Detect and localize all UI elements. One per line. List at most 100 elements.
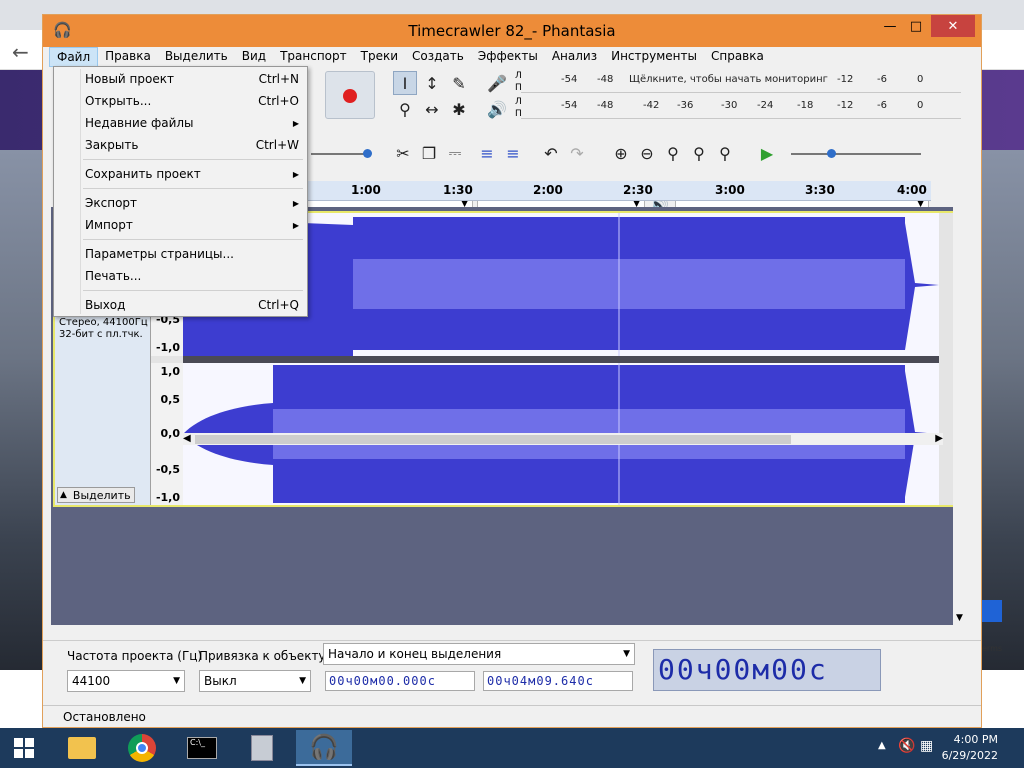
horizontal-scroll-thumb[interactable]	[195, 435, 791, 444]
redo-icon[interactable]: ↷	[565, 141, 589, 165]
chrome-icon[interactable]	[114, 730, 170, 766]
multi-tool-icon[interactable]: ✱	[447, 97, 471, 121]
project-rate-value: 44100	[72, 674, 111, 688]
audacity-taskbar-icon[interactable]: 🎧	[296, 730, 352, 766]
menu-file[interactable]: Файл	[49, 47, 99, 67]
selection-mode-combo[interactable]: Начало и конец выделения ▼	[323, 643, 635, 665]
menu-edit[interactable]: Правка	[98, 47, 158, 67]
clock-date: 6/29/2022	[941, 749, 998, 762]
menu-close-shortcut: Ctrl+W	[255, 138, 299, 152]
recycle-bin-icon[interactable]	[234, 730, 290, 766]
record-button[interactable]	[325, 71, 375, 119]
menu-generate[interactable]: Создать	[405, 47, 471, 67]
menu-analyze[interactable]: Анализ	[545, 47, 604, 67]
minimize-button[interactable]: —	[877, 15, 903, 37]
cmd-icon[interactable]: C:\_	[174, 730, 230, 766]
playback-volume-slider[interactable]	[311, 153, 367, 155]
scroll-left-icon[interactable]: ◀	[183, 433, 191, 444]
menu-tools[interactable]: Инструменты	[604, 47, 704, 67]
paste-icon[interactable]: ⎓	[443, 141, 467, 165]
playback-volume-knob[interactable]	[363, 149, 372, 158]
menu-close[interactable]: Закрыть Ctrl+W	[85, 135, 299, 155]
playback-meter[interactable]: -54 -48 -42 -36 -30 -24 -18 -12 -6 0	[521, 97, 961, 119]
timeline-tick: 3:30	[805, 183, 835, 197]
menu-save-project[interactable]: Сохранить проект ▶	[85, 164, 299, 184]
copy-icon[interactable]: ❐	[417, 141, 441, 165]
maximize-button[interactable]: □	[903, 15, 929, 37]
browser-side-icon	[982, 600, 1002, 622]
menu-exit[interactable]: Выход Ctrl+Q	[85, 295, 299, 315]
trim-icon[interactable]: ≡	[475, 141, 499, 165]
selection-tool-icon[interactable]: I	[393, 71, 417, 95]
track-select-label: Выделить	[72, 488, 131, 502]
scroll-down-icon[interactable]: ▼	[956, 613, 963, 623]
file-menu-dropdown: Новый проект Ctrl+N Открыть... Ctrl+O Неда…	[53, 66, 308, 317]
menu-recent-files[interactable]: Недавние файлы ▶	[85, 113, 299, 133]
menu-new-project[interactable]: Новый проект Ctrl+N	[85, 69, 299, 89]
scroll-right-icon[interactable]: ▶	[935, 433, 943, 444]
ruler-value: -1,0	[155, 491, 180, 504]
menu-separator	[83, 159, 303, 160]
ruler-value: -1,0	[155, 341, 180, 354]
menu-open[interactable]: Открыть... Ctrl+O	[85, 91, 299, 111]
window-title: Timecrawler 82_- Phantasia	[408, 22, 616, 40]
menu-print[interactable]: Печать...	[85, 266, 299, 286]
close-button[interactable]: ✕	[931, 15, 975, 37]
timeshift-tool-icon[interactable]: ↔	[420, 97, 444, 121]
timeline-tick: 2:30	[623, 183, 653, 197]
file-explorer-icon[interactable]	[54, 730, 110, 766]
submenu-arrow-icon: ▶	[292, 198, 299, 208]
play-tick: -48	[597, 100, 614, 111]
windows-logo-icon	[14, 738, 34, 758]
menu-tracks[interactable]: Треки	[354, 47, 405, 67]
taskbar-clock[interactable]: 4:00 PM 6/29/2022	[942, 732, 998, 764]
menu-effects[interactable]: Эффекты	[471, 47, 545, 67]
zoom-out-icon[interactable]: ⊖	[635, 141, 659, 165]
play-tick: -24	[757, 100, 774, 111]
project-rate-combo[interactable]: 44100 ▼	[67, 670, 185, 692]
microphone-icon[interactable]: 🎤	[485, 71, 509, 95]
menu-help[interactable]: Справка	[704, 47, 771, 67]
undo-icon[interactable]: ↶	[539, 141, 563, 165]
menu-page-setup[interactable]: Параметры страницы...	[85, 244, 299, 264]
menu-import[interactable]: Импорт ▶	[85, 215, 299, 235]
record-meter[interactable]: -54 -48 Щёлкните, чтобы начать мониторин…	[521, 71, 961, 93]
waveform-left-fade	[905, 223, 939, 350]
zoom-in-icon[interactable]: ⊕	[609, 141, 633, 165]
menu-select[interactable]: Выделить	[158, 47, 235, 67]
cut-icon[interactable]: ✂	[391, 141, 415, 165]
play-at-speed-icon[interactable]: ▶	[755, 141, 779, 165]
menu-bar: Файл Правка Выделить Вид Транспорт Треки…	[43, 47, 981, 67]
envelope-tool-icon[interactable]: ↕	[420, 71, 444, 95]
track-select-button[interactable]: ▲ Выделить	[57, 487, 135, 503]
menu-export[interactable]: Экспорт ▶	[85, 193, 299, 213]
fit-selection-icon[interactable]: ⚲	[661, 141, 685, 165]
collapse-arrow-icon[interactable]: ▲	[60, 490, 67, 500]
record-icon	[343, 89, 357, 103]
tray-arrow-icon[interactable]: ▲	[878, 740, 886, 751]
tray-volume-icon[interactable]: 🔇	[898, 738, 915, 754]
silence-icon[interactable]: ≡	[501, 141, 525, 165]
project-rate-label: Частота проекта (Гц)	[67, 649, 203, 663]
menu-exit-label: Выход	[85, 298, 126, 312]
menu-gutter	[80, 69, 81, 314]
browser-back-icon[interactable]: ←	[12, 40, 29, 64]
selection-end-time[interactable]: 00ч04м09.640с	[483, 671, 633, 691]
play-tick: -36	[677, 100, 694, 111]
menu-view[interactable]: Вид	[235, 47, 273, 67]
zoom-tool-icon[interactable]: ⚲	[393, 97, 417, 121]
horizontal-scrollbar[interactable]: ◀ ▶	[183, 433, 943, 445]
selection-start-time[interactable]: 00ч00м00.000с	[325, 671, 475, 691]
menu-transport[interactable]: Транспорт	[273, 47, 354, 67]
speaker-icon[interactable]: 🔊	[485, 97, 509, 121]
draw-tool-icon[interactable]: ✎	[447, 71, 471, 95]
fit-project-icon[interactable]: ⚲	[687, 141, 711, 165]
snap-to-combo[interactable]: Выкл ▼	[199, 670, 311, 692]
windows-start-icon[interactable]	[0, 730, 48, 766]
play-speed-slider[interactable]	[791, 153, 921, 155]
play-speed-knob[interactable]	[827, 149, 836, 158]
audio-position-display[interactable]: 00ч00м00с	[653, 649, 881, 691]
tray-network-icon[interactable]: ▦	[920, 738, 933, 754]
zoom-toggle-icon[interactable]: ⚲	[713, 141, 737, 165]
vertical-scrollbar[interactable]: ▼	[953, 207, 967, 625]
